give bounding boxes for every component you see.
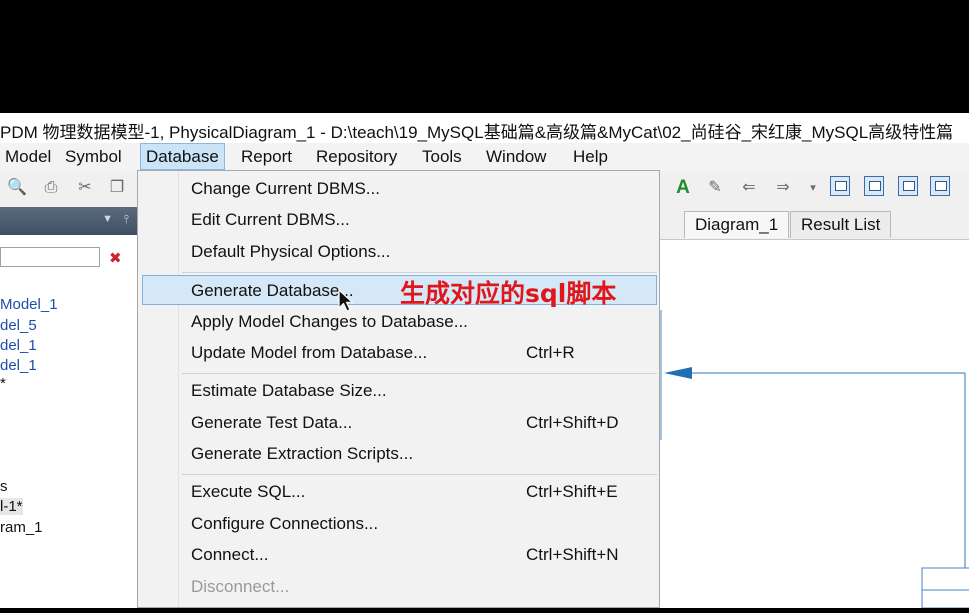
window-title: PDM 物理数据模型-1, PhysicalDiagram_1 - D:\tea… (0, 123, 954, 142)
menu-item-label: Change Current DBMS... (191, 179, 380, 198)
menu-bar: Model Symbol Database Report Repository … (0, 143, 969, 171)
video-letterbox (0, 0, 969, 113)
cut-icon[interactable]: ✂ (74, 177, 96, 199)
menu-item-label: Apply Model Changes to Database... (191, 312, 468, 331)
menu-item-label: Generate Extraction Scripts... (191, 444, 414, 463)
menu-item-configure-connections[interactable]: Configure Connections... (142, 509, 657, 539)
menu-item-estimate-database-size[interactable]: Estimate Database Size... (142, 376, 657, 406)
font-color-icon[interactable]: A (672, 177, 694, 199)
diagram-reference-svg (660, 310, 969, 609)
menu-item-label: Execute SQL... (191, 482, 306, 501)
pin-icon[interactable]: ⫯ (124, 212, 129, 227)
print-preview-icon[interactable]: 🔍 (6, 177, 28, 199)
menu-item-label: Generate Test Data... (191, 413, 353, 432)
menu-report[interactable]: Report (236, 143, 297, 170)
menu-item-update-model-from-database[interactable]: Update Model from Database... Ctrl+R (142, 338, 657, 368)
menu-item-label: Estimate Database Size... (191, 381, 387, 400)
menu-item-label: Default Physical Options... (191, 242, 391, 261)
tree-item[interactable]: Model_1 (0, 296, 58, 313)
menu-separator (182, 272, 657, 273)
print-icon[interactable]: ⎙ (40, 177, 62, 199)
reference-arrow (664, 367, 692, 379)
menu-item-shortcut: Ctrl+Shift+E (526, 482, 618, 501)
menu-database[interactable]: Database (140, 143, 225, 170)
copy-icon[interactable]: ❐ (106, 177, 128, 199)
menu-help[interactable]: Help (568, 143, 613, 170)
menu-repository[interactable]: Repository (311, 143, 402, 170)
menu-item-default-physical-options[interactable]: Default Physical Options... (142, 237, 657, 267)
menu-item-shortcut: Ctrl+Shift+N (526, 545, 619, 564)
menu-item-label: Edit Current DBMS... (191, 210, 350, 229)
toolbar-overflow-icon[interactable]: ▾ (802, 177, 824, 199)
title-bar: PDM 物理数据模型-1, PhysicalDiagram_1 - D:\tea… (0, 113, 969, 143)
menu-item-generate-extraction-scripts[interactable]: Generate Extraction Scripts... (142, 439, 657, 469)
chevron-down-icon[interactable]: ▼ (102, 213, 113, 225)
menu-item-label: Configure Connections... (191, 514, 379, 533)
menu-item-edit-current-dbms[interactable]: Edit Current DBMS... (142, 205, 657, 235)
menu-item-connect[interactable]: Connect... Ctrl+Shift+N (142, 540, 657, 570)
entity-box (921, 567, 969, 609)
tab-result-list[interactable]: Result List (790, 211, 892, 238)
menu-symbol[interactable]: Symbol (60, 143, 127, 170)
tree-item[interactable]: del_1 (0, 337, 37, 354)
database-menu-dropdown: Change Current DBMS... Edit Current DBMS… (137, 170, 660, 608)
menu-item-disconnect: Disconnect... (142, 572, 657, 602)
menu-item-shortcut: Ctrl+Shift+D (526, 413, 619, 432)
browser-panel-header: ▼ ⫯ (0, 207, 137, 235)
menu-item-label: Disconnect... (191, 577, 290, 596)
menu-item-change-current-dbms[interactable]: Change Current DBMS... (142, 174, 657, 204)
menu-item-shortcut: Ctrl+R (526, 343, 575, 362)
reference-icon[interactable] (930, 176, 950, 196)
tree-item[interactable]: * (0, 375, 6, 392)
menu-model[interactable]: Model (0, 143, 56, 170)
redo-icon[interactable]: ⇒ (772, 177, 794, 199)
tree-item[interactable]: del_5 (0, 317, 37, 334)
mouse-cursor-icon (338, 289, 354, 312)
browser-search-input[interactable] (0, 247, 100, 267)
annotation-text: 生成对应的sql脚本 (400, 279, 617, 308)
menu-item-apply-model-changes[interactable]: Apply Model Changes to Database... (142, 307, 657, 337)
menu-item-label: Update Model from Database... (191, 343, 428, 362)
menu-item-execute-sql[interactable]: Execute SQL... Ctrl+Shift+E (142, 477, 657, 507)
menu-separator (182, 474, 657, 475)
menu-window[interactable]: Window (481, 143, 551, 170)
diagram-canvas[interactable] (660, 240, 969, 609)
tab-diagram-1[interactable]: Diagram_1 (684, 211, 790, 238)
menu-item-label: Connect... (191, 545, 269, 564)
edit-icon[interactable]: ✎ (704, 177, 726, 199)
menu-item-label: Generate Database... (191, 281, 354, 300)
tree-item[interactable]: l-1* (0, 498, 23, 515)
undo-icon[interactable]: ⇐ (738, 177, 760, 199)
diagram-tabs: Diagram_1 Result List (660, 207, 969, 240)
table-icon[interactable] (830, 176, 850, 196)
tree-item[interactable]: del_1 (0, 357, 37, 374)
filter-icon[interactable]: ✖ (109, 249, 122, 267)
menu-item-generate-test-data[interactable]: Generate Test Data... Ctrl+Shift+D (142, 408, 657, 438)
browser-panel: ▼ ⫯ ✖ Model_1 del_5 del_1 del_1 * s l-1*… (0, 207, 137, 608)
view-icon[interactable] (864, 176, 884, 196)
tree-item[interactable]: ram_1 (0, 519, 43, 536)
menu-tools[interactable]: Tools (417, 143, 467, 170)
tree-item[interactable]: s (0, 478, 8, 495)
menu-separator (182, 373, 657, 374)
package-icon[interactable] (898, 176, 918, 196)
